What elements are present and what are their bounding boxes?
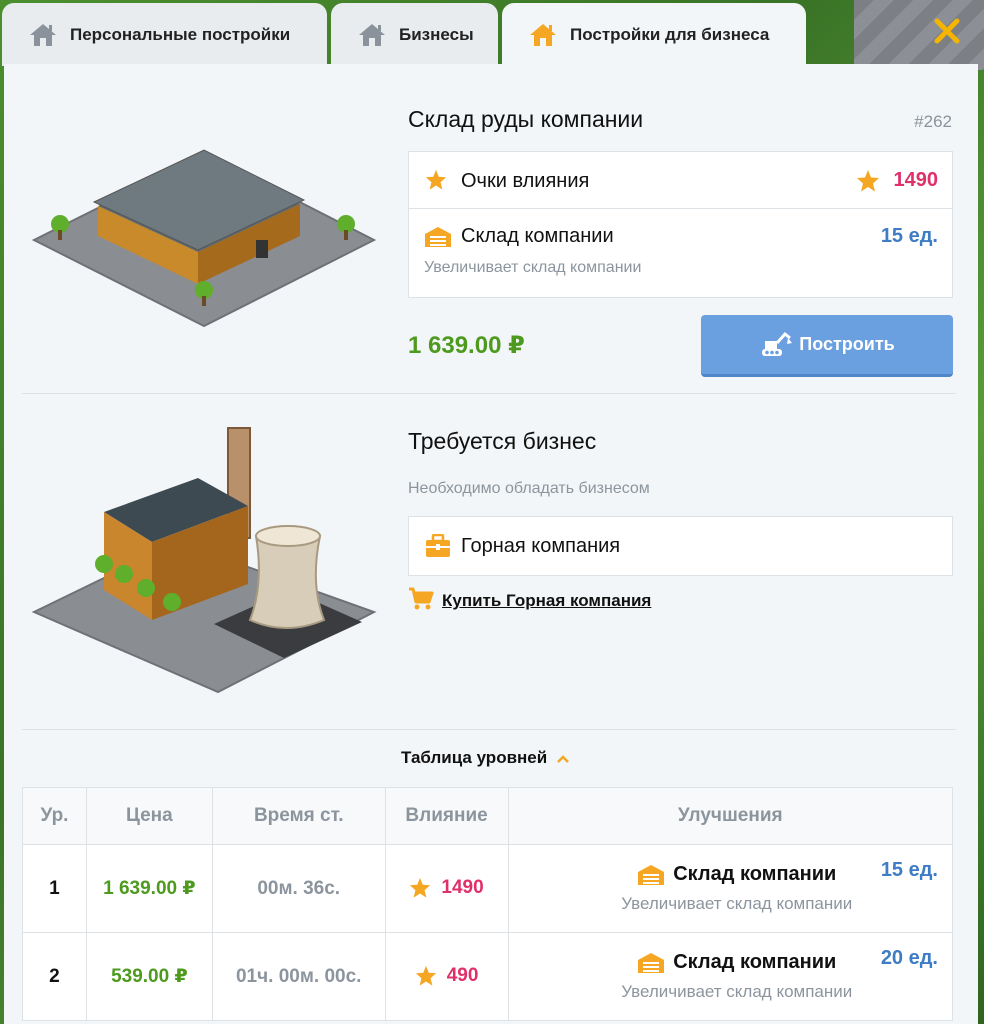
requirement-description: Необходимо обладать бизнесом bbox=[408, 480, 650, 497]
section-separator bbox=[22, 393, 956, 394]
cart-icon bbox=[409, 587, 434, 610]
row-influence-value: 1490 bbox=[441, 877, 484, 899]
required-business-name: Горная компания bbox=[461, 535, 621, 557]
upgrade-description: Увеличивает склад компании bbox=[621, 894, 853, 913]
row-upgrade: Склад компании Увеличивает склад компани… bbox=[507, 932, 954, 1021]
row-influence: 1490 bbox=[384, 844, 509, 933]
header-level: Ур. bbox=[22, 787, 87, 845]
building-id: #262 bbox=[914, 112, 952, 131]
warehouse-icon bbox=[638, 864, 665, 885]
header-price: Цена bbox=[85, 787, 213, 845]
required-business-card: Горная компания bbox=[408, 516, 953, 576]
upgrade-value: 15 ед. bbox=[880, 859, 938, 881]
card-divider bbox=[409, 208, 952, 209]
row-level: 2 bbox=[22, 932, 87, 1021]
storage-label: Склад компании bbox=[461, 225, 614, 247]
content-panel: Склад руды компании #262 Очки влияния 14… bbox=[4, 64, 978, 1024]
tab-bar: Персональные постройки Бизнесы Постройки… bbox=[0, 0, 984, 66]
building-price: 1 639.00 ₽ bbox=[408, 332, 525, 359]
influence-value: 1490 bbox=[893, 169, 939, 191]
star-icon bbox=[425, 169, 447, 190]
warehouse-icon bbox=[638, 952, 665, 973]
table-row: 2 539.00 ₽ 01ч. 00м. 00с. 490 Склад комп… bbox=[22, 932, 954, 1021]
build-button-label: Построить bbox=[799, 334, 895, 354]
upgrade-value: 20 ед. bbox=[880, 947, 938, 969]
tab-businesses[interactable]: Бизнесы bbox=[331, 3, 498, 66]
row-upgrade: Склад компании Увеличивает склад компани… bbox=[507, 844, 954, 933]
briefcase-icon bbox=[426, 534, 450, 557]
row-price: 539.00 ₽ bbox=[85, 932, 213, 1021]
building-info-card: Очки влияния 1490 Склад компании 15 ед. … bbox=[408, 151, 953, 298]
tab-personal-buildings[interactable]: Персональные постройки bbox=[2, 3, 327, 66]
tab-label: Бизнесы bbox=[399, 24, 474, 44]
levels-table-toggle[interactable]: Таблица уровней bbox=[401, 748, 570, 768]
levels-table: Ур. Цена Время ст. Влияние Улучшения 1 1… bbox=[22, 787, 954, 1021]
tab-business-buildings[interactable]: Постройки для бизнеса bbox=[502, 3, 806, 66]
excavator-icon bbox=[762, 331, 793, 356]
mining-company-illustration bbox=[31, 427, 377, 694]
building-title: Склад руды компании bbox=[408, 106, 644, 132]
house-icon bbox=[359, 23, 385, 46]
row-level: 1 bbox=[22, 844, 87, 933]
warehouse-icon bbox=[425, 227, 451, 247]
table-header-row: Ур. Цена Время ст. Влияние Улучшения bbox=[22, 787, 954, 845]
row-time: 00м. 36с. bbox=[211, 844, 386, 933]
row-time: 01ч. 00м. 00с. bbox=[211, 932, 386, 1021]
warehouse-illustration bbox=[31, 149, 377, 328]
storage-value: 15 ед. bbox=[880, 225, 938, 247]
build-button[interactable]: Построить bbox=[701, 315, 953, 377]
chevron-up-icon bbox=[557, 754, 569, 763]
header-time: Время ст. bbox=[211, 787, 386, 845]
row-price: 1 639.00 ₽ bbox=[85, 844, 213, 933]
influence-label: Очки влияния bbox=[461, 170, 590, 192]
header-upgrades: Улучшения bbox=[507, 787, 954, 845]
table-row: 1 1 639.00 ₽ 00м. 36с. 1490 Склад компан… bbox=[22, 844, 954, 933]
section-separator bbox=[22, 729, 956, 730]
row-influence: 490 bbox=[384, 932, 509, 1021]
row-influence-value: 490 bbox=[446, 965, 479, 987]
levels-table-title: Таблица уровней bbox=[401, 748, 548, 767]
house-icon bbox=[30, 23, 56, 46]
house-icon bbox=[530, 23, 556, 46]
header-influence: Влияние bbox=[384, 787, 509, 845]
upgrade-description: Увеличивает склад компании bbox=[621, 982, 853, 1001]
storage-description: Увеличивает склад компании bbox=[424, 259, 642, 276]
star-icon bbox=[857, 170, 879, 192]
buy-business-link[interactable]: Купить Горная компания bbox=[442, 591, 651, 611]
tab-label: Персональные постройки bbox=[70, 24, 291, 44]
close-icon[interactable] bbox=[932, 16, 962, 46]
requirement-title: Требуется бизнес bbox=[408, 428, 597, 454]
star-icon bbox=[415, 966, 436, 987]
upgrade-name: Склад компании bbox=[673, 863, 837, 885]
star-icon bbox=[410, 878, 431, 899]
tab-label: Постройки для бизнеса bbox=[570, 24, 770, 44]
upgrade-name: Склад компании bbox=[673, 951, 837, 973]
